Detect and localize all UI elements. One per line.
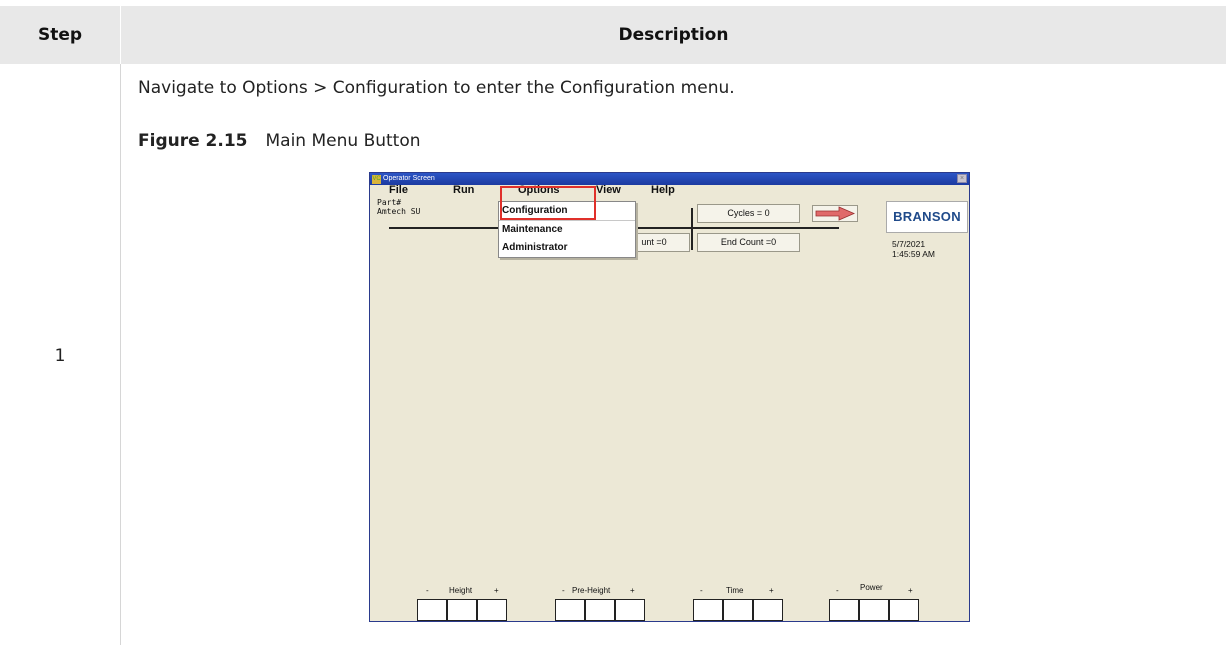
time-text: 1:45:59 AM bbox=[892, 249, 936, 259]
power-minus-button[interactable] bbox=[829, 599, 859, 621]
part-info: Part# Amtech SU bbox=[377, 198, 420, 216]
cycles-field: Cycles = 0 bbox=[697, 204, 800, 223]
time-plus-label: + bbox=[769, 586, 774, 595]
preheight-minus-label: - bbox=[562, 586, 565, 595]
right-arrow-icon bbox=[815, 206, 856, 221]
operator-screen-window: VC Operator Screen × File Run Options Vie… bbox=[369, 172, 970, 622]
menu-file[interactable]: File bbox=[389, 184, 408, 196]
column-divider bbox=[120, 64, 121, 645]
time-value-box bbox=[723, 599, 753, 621]
preheight-minus-button[interactable] bbox=[555, 599, 585, 621]
description-column-header: Description bbox=[618, 25, 729, 45]
time-plus-button[interactable] bbox=[753, 599, 783, 621]
power-label: Power bbox=[860, 583, 883, 592]
height-plus-label: + bbox=[494, 586, 499, 595]
menu-item-configuration[interactable]: Configuration bbox=[499, 202, 635, 219]
next-arrow-button[interactable] bbox=[812, 205, 858, 222]
part-label: Part# bbox=[377, 198, 402, 207]
preheight-plus-label: + bbox=[630, 586, 635, 595]
date-text: 5/7/2021 bbox=[892, 239, 926, 249]
datetime-display: 5/7/2021 1:45:59 AM bbox=[892, 239, 935, 259]
menu-view[interactable]: View bbox=[596, 184, 621, 196]
part-value: Amtech SU bbox=[377, 207, 421, 216]
time-label: Time bbox=[726, 586, 744, 595]
figure-caption: Figure 2.15 Main Menu Button bbox=[138, 131, 421, 151]
power-value-box bbox=[859, 599, 889, 621]
time-minus-label: - bbox=[700, 586, 703, 595]
menu-bar: File Run Options View Help bbox=[370, 184, 969, 197]
app-icon: VC bbox=[372, 174, 381, 184]
end-count-field: End Count =0 bbox=[697, 233, 800, 252]
menu-run[interactable]: Run bbox=[453, 184, 474, 196]
preheight-label: Pre-Height bbox=[572, 586, 611, 595]
height-minus-button[interactable] bbox=[417, 599, 447, 621]
table-header: Step Description bbox=[0, 6, 1226, 64]
power-minus-label: - bbox=[836, 586, 839, 595]
menu-item-maintenance[interactable]: Maintenance bbox=[499, 221, 635, 238]
power-plus-label: + bbox=[908, 586, 913, 595]
height-value-box bbox=[447, 599, 477, 621]
height-label: Height bbox=[449, 586, 473, 595]
figure-label: Figure 2.15 bbox=[138, 131, 248, 151]
preheight-value-box bbox=[585, 599, 615, 621]
instruction-text: Navigate to Options > Configuration to e… bbox=[138, 78, 735, 98]
branson-logo: BRANSON bbox=[886, 201, 968, 233]
height-plus-button[interactable] bbox=[477, 599, 507, 621]
window-title: Operator Screen bbox=[383, 175, 435, 182]
menu-item-administrator[interactable]: Administrator bbox=[499, 239, 635, 256]
height-minus-label: - bbox=[426, 586, 429, 595]
figure-title: Main Menu Button bbox=[265, 131, 421, 151]
power-plus-button[interactable] bbox=[889, 599, 919, 621]
menu-help[interactable]: Help bbox=[651, 184, 675, 196]
time-minus-button[interactable] bbox=[693, 599, 723, 621]
options-dropdown-menu: Configuration Maintenance Administrator bbox=[498, 201, 636, 258]
vertical-separator bbox=[691, 208, 693, 250]
preheight-plus-button[interactable] bbox=[615, 599, 645, 621]
step-number: 1 bbox=[54, 346, 66, 366]
menu-options[interactable]: Options bbox=[518, 184, 560, 196]
step-column-header: Step bbox=[37, 25, 83, 45]
close-icon[interactable]: × bbox=[957, 174, 967, 183]
